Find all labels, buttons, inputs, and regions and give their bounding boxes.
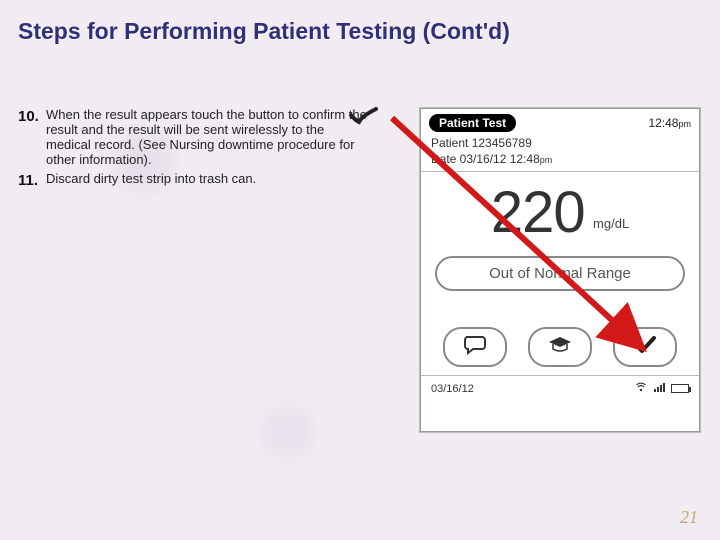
page-number: 21 [680, 507, 698, 528]
speech-bubble-icon [462, 335, 488, 360]
signal-icon [653, 381, 665, 396]
device-header: Patient Test 12:48pm [421, 109, 699, 135]
step-text: Discard dirty test strip into trash can. [46, 172, 256, 189]
date-line: Date 03/16/12 12:48pm [431, 151, 689, 167]
confirm-button[interactable] [613, 327, 677, 367]
education-button[interactable] [528, 327, 592, 367]
status-icons [635, 381, 689, 396]
graduation-cap-icon [547, 335, 573, 360]
clock-time: 12:48 [648, 116, 678, 130]
result-unit: mg/dL [593, 216, 629, 231]
date-line-prefix: Date 03/16/12 12:48 [431, 152, 540, 166]
action-row [421, 297, 699, 375]
patient-id-line: Patient 123456789 [431, 135, 689, 151]
result-value: 220 [491, 184, 585, 242]
step-10: 10. When the result appears touch the bu… [18, 108, 368, 168]
device-screenshot: Patient Test 12:48pm Patient 123456789 D… [420, 108, 700, 432]
wireless-icon [635, 381, 647, 396]
result-area: 220 mg/dL [421, 172, 699, 246]
range-button[interactable]: Out of Normal Range [435, 256, 685, 291]
device-clock: 12:48pm [648, 116, 691, 130]
patient-test-pill: Patient Test [429, 114, 516, 132]
steps-list: 10. When the result appears touch the bu… [18, 108, 368, 193]
comment-button[interactable] [443, 327, 507, 367]
battery-icon [671, 384, 689, 393]
step-text: When the result appears touch the button… [46, 108, 368, 168]
check-icon [632, 335, 658, 360]
device-info: Patient 123456789 Date 03/16/12 12:48pm [421, 135, 699, 172]
slide-title: Steps for Performing Patient Testing (Co… [18, 18, 510, 45]
date-line-ampm: pm [540, 155, 553, 165]
footer-date: 03/16/12 [431, 383, 474, 395]
step-number: 10. [18, 108, 46, 168]
clock-ampm: pm [678, 119, 691, 129]
device-footer: 03/16/12 [421, 375, 699, 401]
step-11: 11. Discard dirty test strip into trash … [18, 172, 368, 189]
checkmark-icon [348, 106, 382, 131]
step-number: 11. [18, 172, 46, 189]
